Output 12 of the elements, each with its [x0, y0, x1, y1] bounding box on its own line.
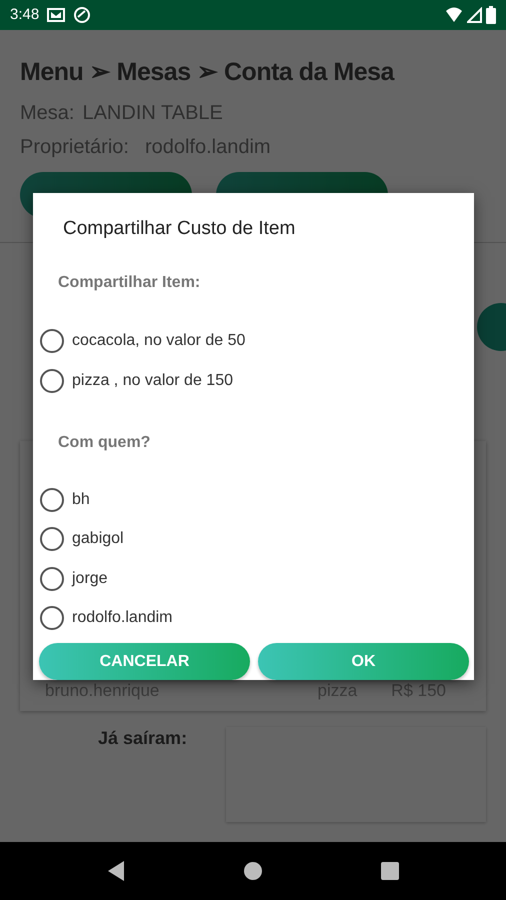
section-label: Compartilhar Item: [57, 273, 202, 293]
section-label: Já saíram: [98, 727, 188, 750]
dialog-title: Compartilhar Custo de Item [62, 217, 296, 241]
person-option[interactable]: gabigol [39, 520, 124, 559]
section-label: Com quem? [57, 433, 152, 453]
person-option[interactable]: jorge [39, 559, 108, 598]
person-option[interactable]: rodolfo.landim [39, 598, 172, 638]
person-option[interactable]: bh [39, 480, 90, 520]
item-option[interactable]: pizza , no valor de 150 [39, 361, 233, 401]
page-title: Menu ➢ Mesas ➢ Conta da Mesa [20, 57, 396, 88]
item-option[interactable]: cocacola, no valor de 50 [39, 321, 246, 361]
status-time: 3:48 [10, 4, 40, 25]
